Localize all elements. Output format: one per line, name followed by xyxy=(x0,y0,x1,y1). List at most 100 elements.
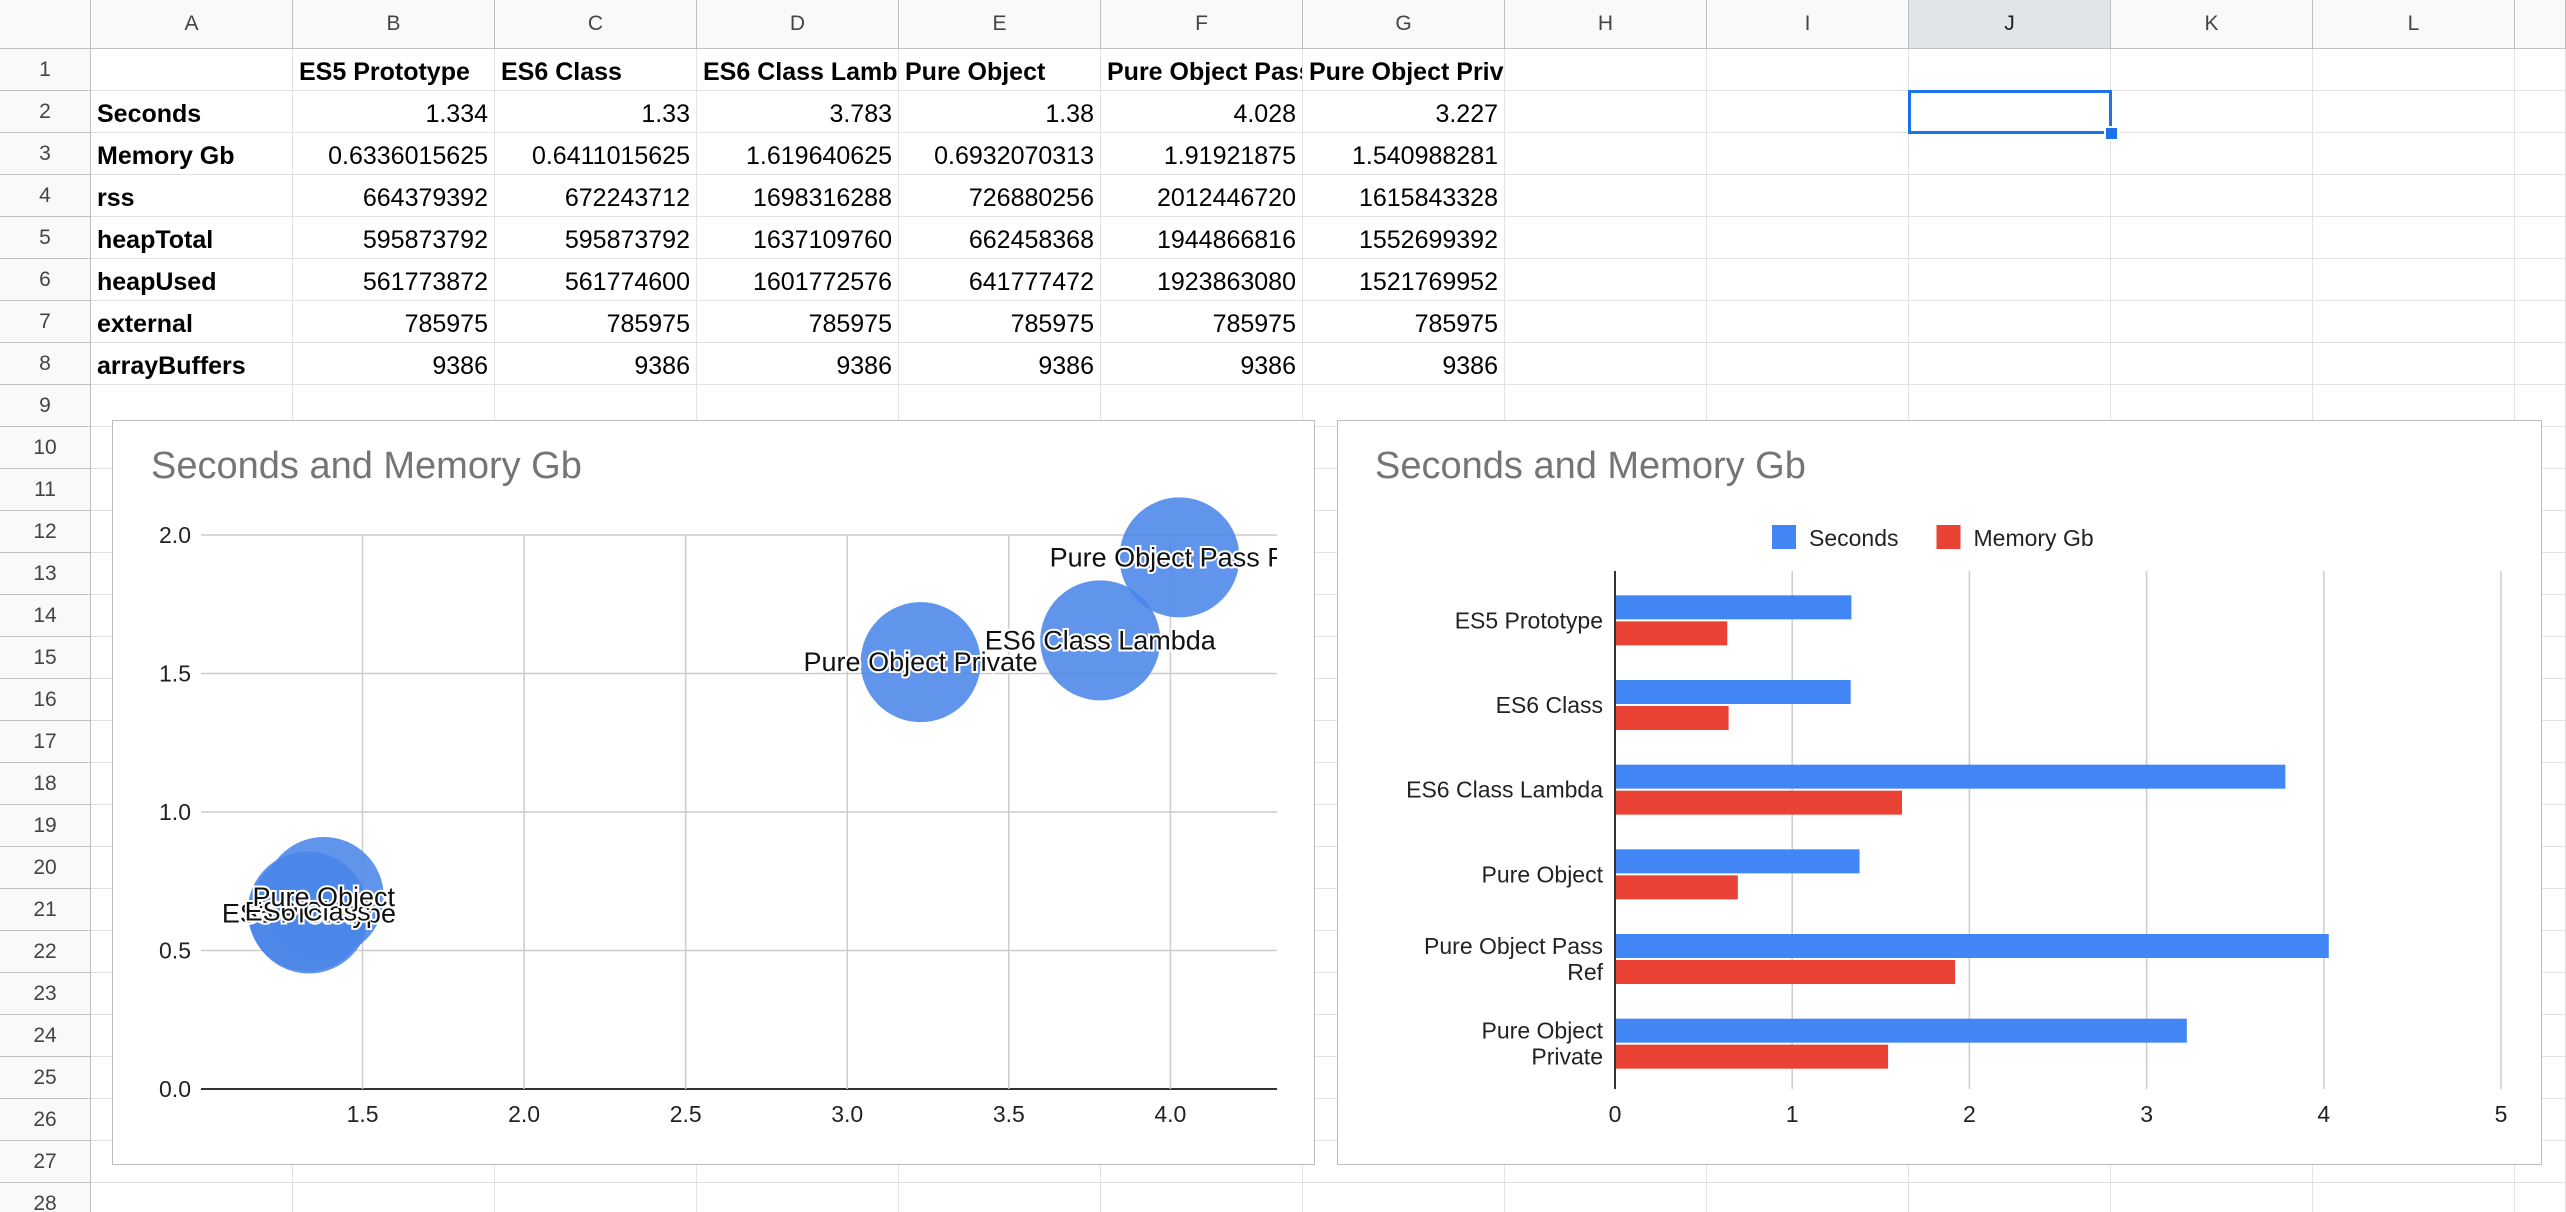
row-header-8[interactable]: 8 xyxy=(0,343,91,385)
cell-d7[interactable]: 785975 xyxy=(697,301,899,343)
cell-a6[interactable]: heapUsed xyxy=(91,259,293,301)
cell-l7[interactable] xyxy=(2313,301,2515,343)
cell-e3[interactable]: 0.6932070313 xyxy=(899,133,1101,175)
row-header-2[interactable]: 2 xyxy=(0,91,91,133)
row-header-21[interactable]: 21 xyxy=(0,889,91,931)
cell-c2[interactable]: 1.33 xyxy=(495,91,697,133)
cell-c7[interactable]: 785975 xyxy=(495,301,697,343)
row-header-13[interactable]: 13 xyxy=(0,553,91,595)
row-header-17[interactable]: 17 xyxy=(0,721,91,763)
bar-memory-gb[interactable] xyxy=(1615,790,1903,815)
cell-a28[interactable] xyxy=(91,1183,293,1212)
cell-h7[interactable] xyxy=(1505,301,1707,343)
column-header-c[interactable]: C xyxy=(495,0,697,49)
row-header-11[interactable]: 11 xyxy=(0,469,91,511)
cell-b2[interactable]: 1.334 xyxy=(293,91,495,133)
row-header-5[interactable]: 5 xyxy=(0,217,91,259)
cell-m6[interactable] xyxy=(2515,259,2566,301)
cell-f7[interactable]: 785975 xyxy=(1101,301,1303,343)
cell-b6[interactable]: 561773872 xyxy=(293,259,495,301)
bubble-chart[interactable]: Seconds and Memory Gb 0.0 0.5 1.0 1.5 2.0 1.5 2… xyxy=(112,420,1315,1165)
cell-a2[interactable]: Seconds xyxy=(91,91,293,133)
cell-h5[interactable] xyxy=(1505,217,1707,259)
cell-m3[interactable] xyxy=(2515,133,2566,175)
row-header-9[interactable]: 9 xyxy=(0,385,91,427)
column-header-j[interactable]: J xyxy=(1909,0,2111,49)
cell-e5[interactable]: 662458368 xyxy=(899,217,1101,259)
cell-b28[interactable] xyxy=(293,1183,495,1212)
bar-seconds[interactable] xyxy=(1615,934,2329,958)
selected-cell-outline[interactable] xyxy=(1908,90,2112,134)
cell-f28[interactable] xyxy=(1101,1183,1303,1212)
cell-e28[interactable] xyxy=(899,1183,1101,1212)
cell-f2[interactable]: 4.028 xyxy=(1101,91,1303,133)
row-header-7[interactable]: 7 xyxy=(0,301,91,343)
cell-l6[interactable] xyxy=(2313,259,2515,301)
cell-e7[interactable]: 785975 xyxy=(899,301,1101,343)
cell-j4[interactable] xyxy=(1909,175,2111,217)
cell-d28[interactable] xyxy=(697,1183,899,1212)
column-header-e[interactable]: E xyxy=(899,0,1101,49)
cell-g8[interactable]: 9386 xyxy=(1303,343,1505,385)
row-header-1[interactable]: 1 xyxy=(0,49,91,91)
cell-b5[interactable]: 595873792 xyxy=(293,217,495,259)
cell-g1[interactable]: Pure Object Private xyxy=(1303,49,1505,91)
cell-e2[interactable]: 1.38 xyxy=(899,91,1101,133)
cell-k3[interactable] xyxy=(2111,133,2313,175)
cell-h1[interactable] xyxy=(1505,49,1707,91)
column-header-d[interactable]: D xyxy=(697,0,899,49)
cell-f8[interactable]: 9386 xyxy=(1101,343,1303,385)
cell-c3[interactable]: 0.6411015625 xyxy=(495,133,697,175)
cell-l3[interactable] xyxy=(2313,133,2515,175)
row-header-28[interactable]: 28 xyxy=(0,1183,91,1212)
cell-i1[interactable] xyxy=(1707,49,1909,91)
row-header-22[interactable]: 22 xyxy=(0,931,91,973)
cell-a5[interactable]: heapTotal xyxy=(91,217,293,259)
row-header-25[interactable]: 25 xyxy=(0,1057,91,1099)
cell-k28[interactable] xyxy=(2111,1183,2313,1212)
cell-l28[interactable] xyxy=(2313,1183,2515,1212)
cell-c8[interactable]: 9386 xyxy=(495,343,697,385)
row-header-4[interactable]: 4 xyxy=(0,175,91,217)
legend-label[interactable]: Seconds xyxy=(1809,525,1899,551)
bar-memory-gb[interactable] xyxy=(1615,706,1729,730)
legend-label[interactable]: Memory Gb xyxy=(1974,525,2094,551)
bar-seconds[interactable] xyxy=(1615,764,2286,789)
cell-h6[interactable] xyxy=(1505,259,1707,301)
cell-d8[interactable]: 9386 xyxy=(697,343,899,385)
cell-k6[interactable] xyxy=(2111,259,2313,301)
cell-m7[interactable] xyxy=(2515,301,2566,343)
cell-f5[interactable]: 1944866816 xyxy=(1101,217,1303,259)
cell-g3[interactable]: 1.540988281 xyxy=(1303,133,1505,175)
cell-l2[interactable] xyxy=(2313,91,2515,133)
column-header-g[interactable]: G xyxy=(1303,0,1505,49)
cell-j3[interactable] xyxy=(1909,133,2111,175)
bar-chart[interactable]: Seconds and Memory Gb Seconds Memory Gb 0 1 2… xyxy=(1337,420,2542,1165)
cell-d2[interactable]: 3.783 xyxy=(697,91,899,133)
cell-a3[interactable]: Memory Gb xyxy=(91,133,293,175)
bar-seconds[interactable] xyxy=(1615,1018,2187,1043)
cell-b4[interactable]: 664379392 xyxy=(293,175,495,217)
bar-memory-gb[interactable] xyxy=(1615,621,1728,646)
cell-i6[interactable] xyxy=(1707,259,1909,301)
row-header-19[interactable]: 19 xyxy=(0,805,91,847)
bar-memory-gb[interactable] xyxy=(1615,1044,1889,1069)
cell-i2[interactable] xyxy=(1707,91,1909,133)
cell-k1[interactable] xyxy=(2111,49,2313,91)
cell-c28[interactable] xyxy=(495,1183,697,1212)
cell-i28[interactable] xyxy=(1707,1183,1909,1212)
row-header-3[interactable]: 3 xyxy=(0,133,91,175)
column-header-a[interactable]: A xyxy=(91,0,293,49)
bar-memory-gb[interactable] xyxy=(1615,960,1956,984)
row-header-26[interactable]: 26 xyxy=(0,1099,91,1141)
column-header-i[interactable]: I xyxy=(1707,0,1909,49)
cell-e1[interactable]: Pure Object xyxy=(899,49,1101,91)
cell-l8[interactable] xyxy=(2313,343,2515,385)
column-header-partial[interactable] xyxy=(2515,0,2566,49)
column-header-k[interactable]: K xyxy=(2111,0,2313,49)
cell-m2[interactable] xyxy=(2515,91,2566,133)
cell-i5[interactable] xyxy=(1707,217,1909,259)
cell-l5[interactable] xyxy=(2313,217,2515,259)
row-header-24[interactable]: 24 xyxy=(0,1015,91,1057)
cell-k7[interactable] xyxy=(2111,301,2313,343)
